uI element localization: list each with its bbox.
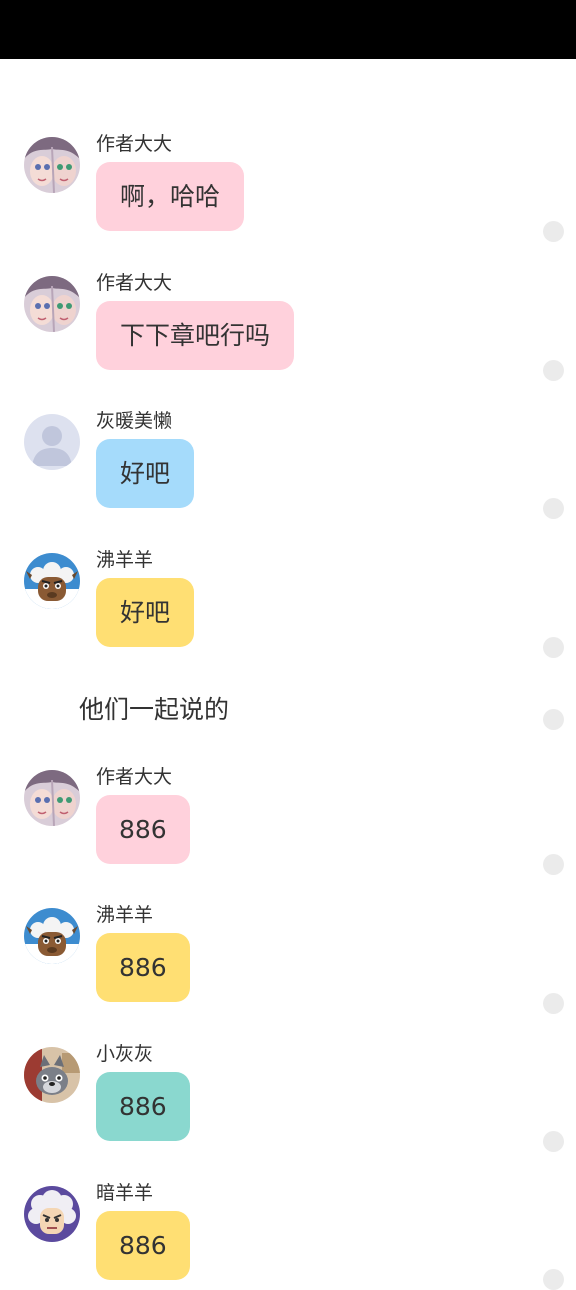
message-bubble[interactable]: 好吧 [96, 578, 195, 647]
option-dot[interactable] [543, 360, 564, 381]
message-bubble[interactable]: 好吧 [96, 439, 195, 508]
status-bar [0, 0, 576, 59]
option-dot[interactable] [543, 709, 564, 730]
message-bubble[interactable]: 下下章吧行吗 [96, 301, 295, 370]
sender-name: 灰暖美懒 [96, 410, 173, 432]
anime-girls-avatar-icon[interactable] [24, 276, 80, 332]
option-dot[interactable] [543, 637, 564, 658]
sender-name: 作者大大 [96, 766, 173, 788]
sender-name: 小灰灰 [96, 1043, 154, 1065]
option-dot[interactable] [543, 498, 564, 519]
message-bubble[interactable]: 886 [96, 795, 190, 864]
option-dot[interactable] [543, 221, 564, 242]
default-user-avatar-icon[interactable] [24, 414, 80, 470]
message-bubble[interactable]: 886 [96, 1211, 190, 1280]
sender-name: 暗羊羊 [96, 1182, 154, 1204]
goat-avatar-icon[interactable] [24, 553, 80, 609]
message-bubble[interactable]: 啊，哈哈 [96, 162, 245, 231]
wolf-cub-avatar-icon[interactable] [24, 1047, 80, 1103]
goat-avatar-icon[interactable] [24, 908, 80, 964]
message-bubble[interactable]: 886 [96, 1072, 190, 1141]
anime-girls-avatar-icon[interactable] [24, 137, 80, 193]
sender-name: 沸羊羊 [96, 549, 154, 571]
sender-name: 作者大大 [96, 272, 173, 294]
option-dot[interactable] [543, 1131, 564, 1152]
sender-name: 沸羊羊 [96, 904, 154, 926]
narration-text: 他们一起说的 [79, 695, 230, 724]
dark-sheep-avatar-icon[interactable] [24, 1186, 80, 1242]
option-dot[interactable] [543, 854, 564, 875]
sender-name: 作者大大 [96, 133, 173, 155]
option-dot[interactable] [543, 993, 564, 1014]
message-bubble[interactable]: 886 [96, 933, 190, 1002]
anime-girls-avatar-icon[interactable] [24, 770, 80, 826]
